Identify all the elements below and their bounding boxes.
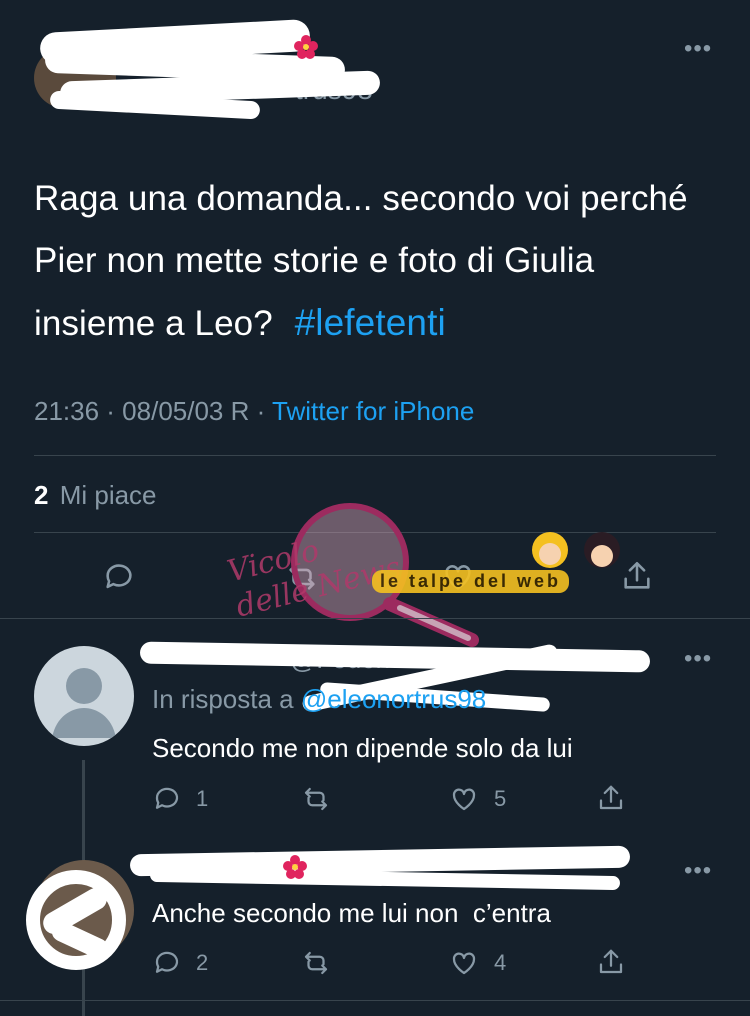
section-divider	[0, 618, 750, 619]
more-icon[interactable]: •••	[684, 647, 712, 671]
flower-emoji-icon	[283, 855, 307, 879]
reply-icon	[155, 787, 179, 809]
retweet-icon[interactable]	[284, 560, 320, 594]
reply-count: 1	[196, 786, 209, 811]
flower-emoji-icon	[294, 35, 318, 59]
reply-to-label: In risposta a	[152, 684, 294, 714]
tweet-client[interactable]: Twitter for iPhone	[272, 396, 474, 426]
share-icon[interactable]	[620, 558, 654, 594]
avatar-placeholder-icon	[52, 668, 116, 738]
reply-text: Secondo me non dipende solo da lui	[152, 733, 573, 763]
share-icon[interactable]	[596, 782, 626, 814]
retweet-icon[interactable]	[300, 948, 332, 978]
retweet-icon[interactable]	[300, 784, 332, 814]
reply-to-handle[interactable]: @eleonortrus98	[301, 684, 486, 714]
watermark: Vicolo delle News le talpe del web	[200, 500, 660, 650]
reply-count: 2	[196, 950, 209, 975]
reply-icon[interactable]	[102, 560, 136, 594]
more-icon[interactable]: •••	[684, 859, 712, 883]
reply-button[interactable]: 2	[152, 948, 208, 978]
like-count: 4	[494, 950, 507, 975]
more-icon[interactable]: •••	[684, 37, 712, 61]
reply-avatar[interactable]	[34, 646, 134, 746]
reply-to-line: In risposta a @eleonortrus98	[152, 684, 486, 715]
like-count: 5	[494, 786, 507, 811]
tweet-text: Raga una domanda... secondo voi perché P…	[34, 168, 714, 355]
likes-label: Mi piace	[59, 480, 157, 510]
section-divider	[0, 1000, 750, 1001]
share-icon[interactable]	[596, 946, 626, 978]
like-button[interactable]: 5	[448, 784, 506, 814]
like-icon[interactable]	[440, 560, 476, 594]
hashtag-link[interactable]: #lefetenti	[295, 302, 446, 343]
likes-summary[interactable]: 2 Mi piace	[34, 480, 157, 511]
like-icon	[452, 788, 476, 811]
tweet-meta: 21:36 · 08/05/03 R · Twitter for iPhone	[34, 396, 474, 427]
divider	[34, 455, 716, 456]
redaction-scribble	[139, 641, 651, 673]
reply-text: Anche secondo me lui non c’entra	[152, 898, 551, 928]
reply-button[interactable]: 1	[152, 784, 208, 814]
likes-count: 2	[34, 480, 49, 510]
tweet-timestamp[interactable]: 21:36 · 08/05/03 R ·	[34, 396, 265, 426]
like-button[interactable]: 4	[448, 948, 506, 978]
reply-icon	[155, 951, 179, 973]
like-icon	[452, 952, 476, 975]
divider	[34, 532, 716, 533]
